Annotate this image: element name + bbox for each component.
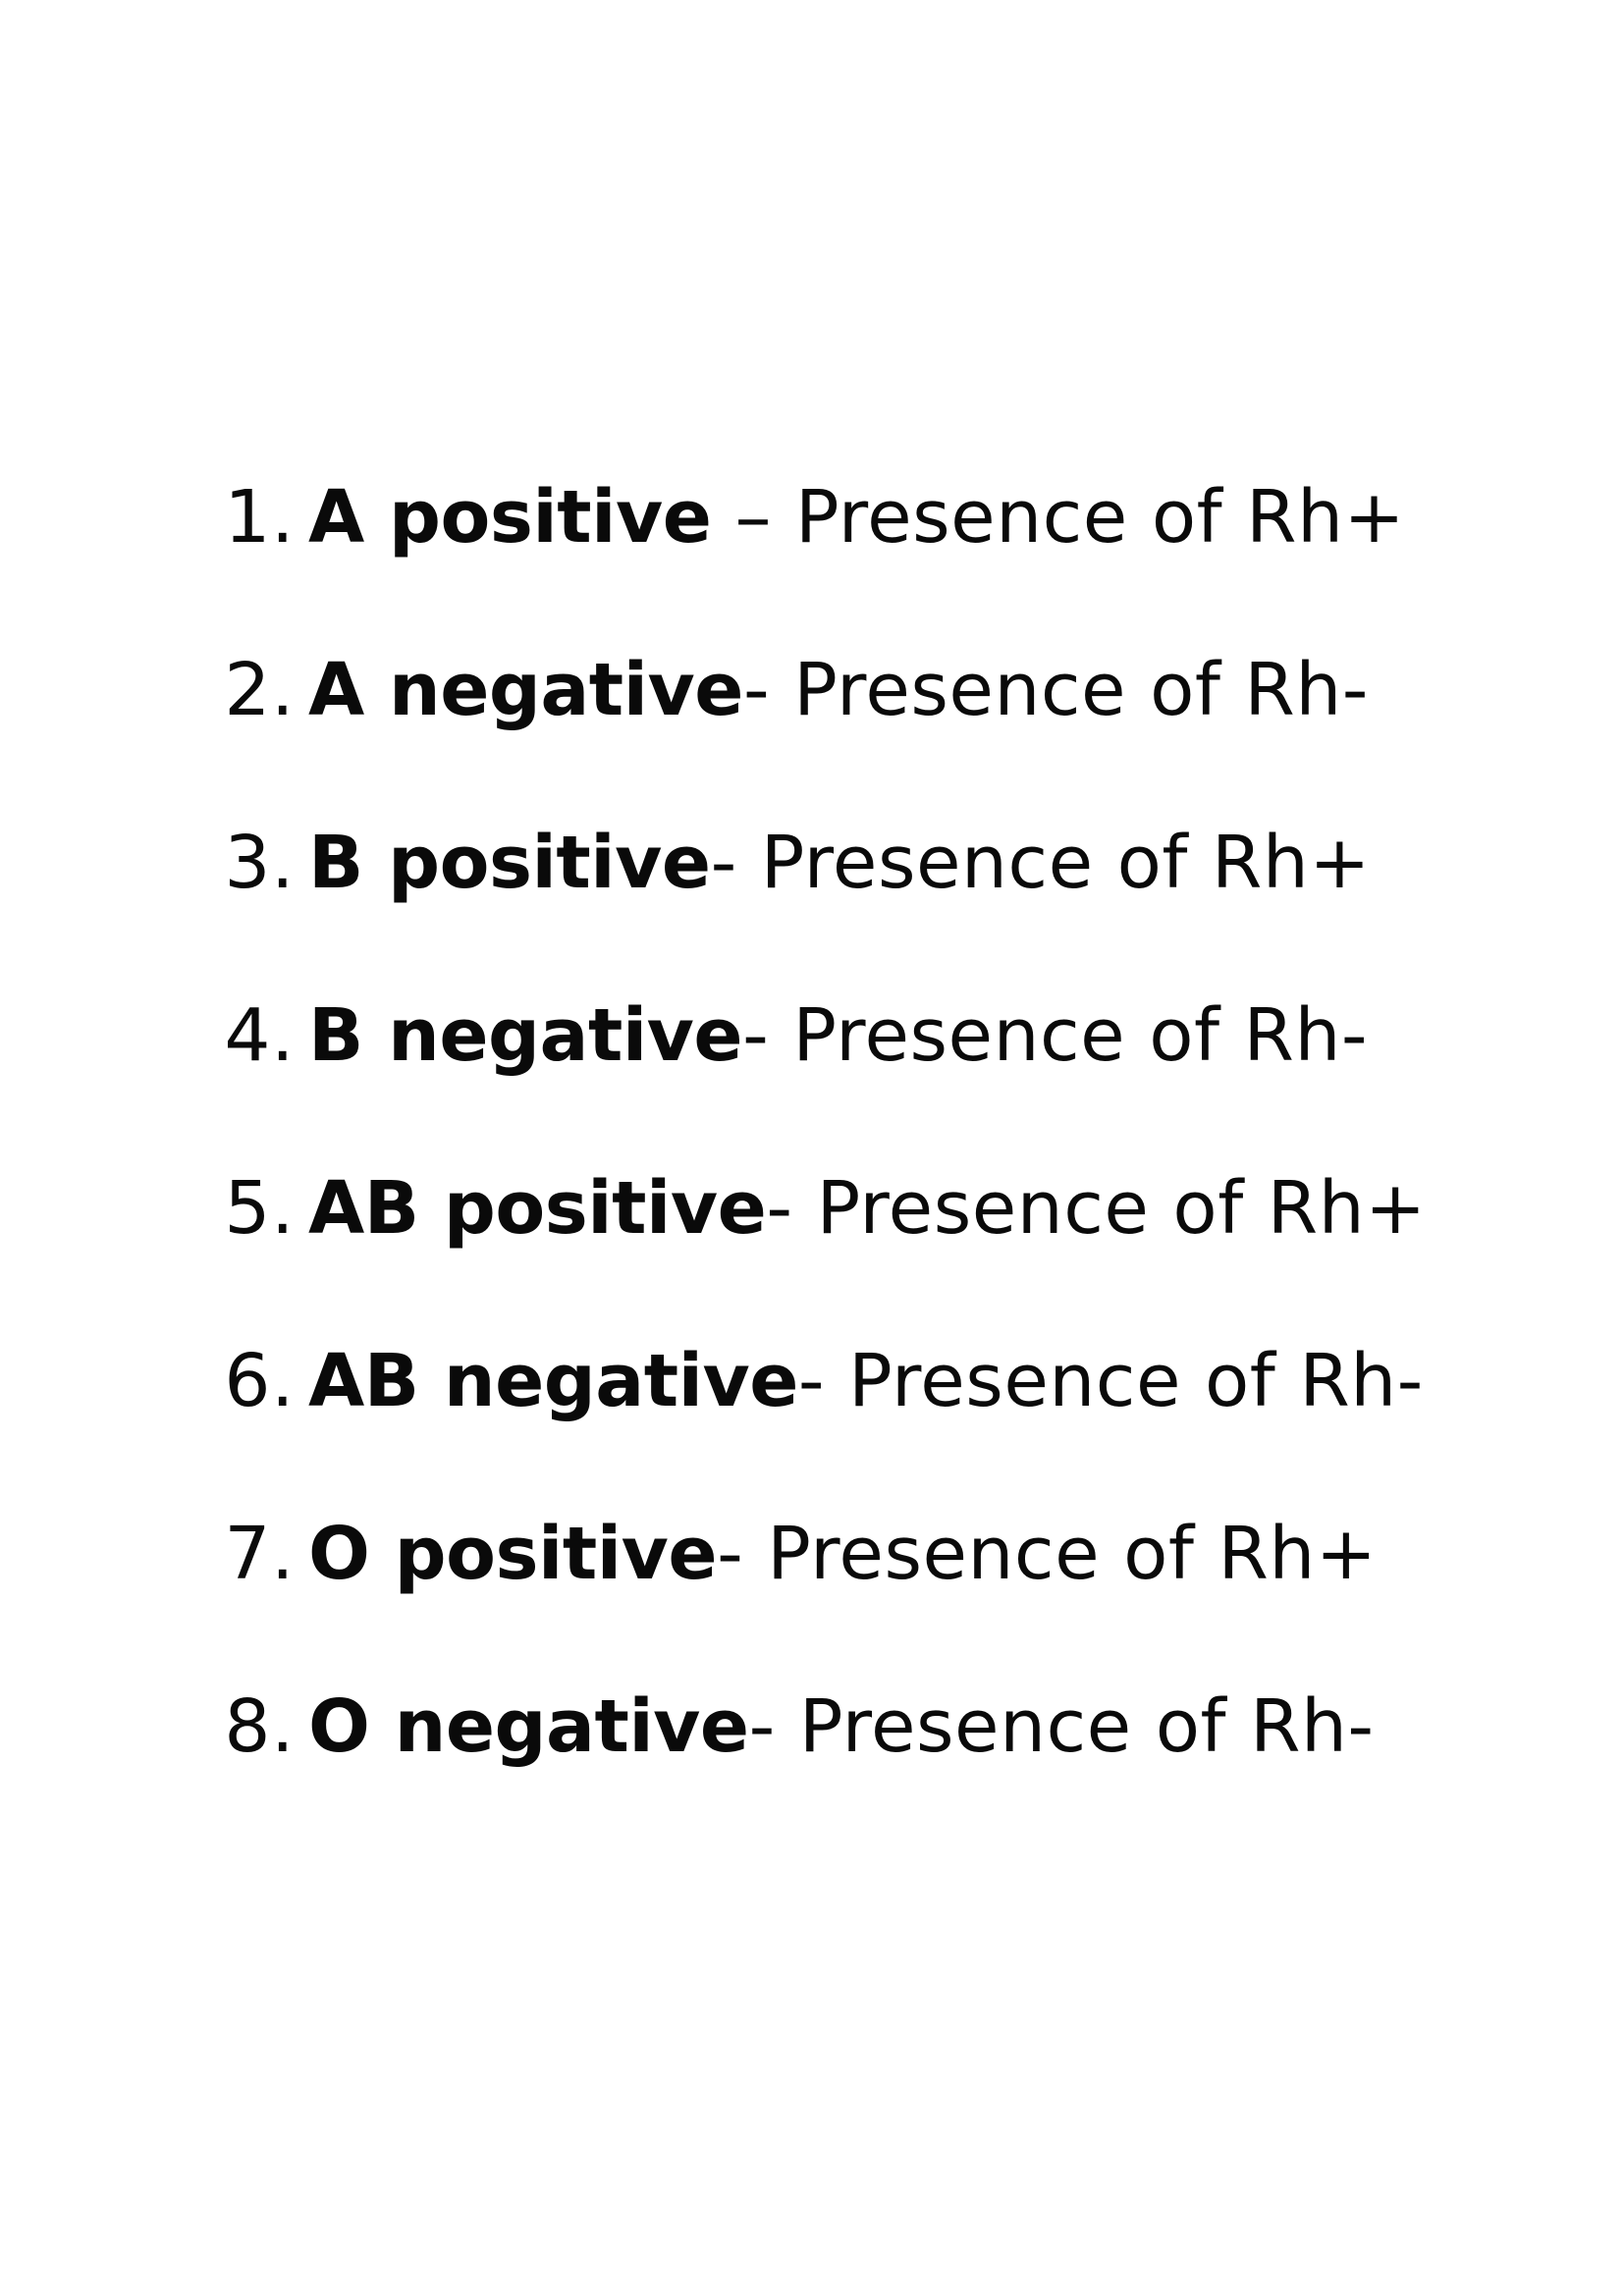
separator: - xyxy=(797,1339,849,1423)
blood-type: O positive xyxy=(308,1512,718,1596)
blood-type: AB negative xyxy=(308,1339,798,1423)
separator: - xyxy=(742,648,794,732)
blood-type: B negative xyxy=(308,993,743,1078)
blood-type: A positive xyxy=(308,475,712,560)
blood-type: AB positive xyxy=(308,1166,767,1251)
separator: - xyxy=(748,1684,799,1769)
rh-description: Presence of Rh+ xyxy=(760,821,1371,905)
item-number: 5. xyxy=(224,1166,295,1251)
separator: – xyxy=(711,475,795,560)
list-item: 2. A negative- Presence of Rh- xyxy=(208,636,1369,744)
list-item: 6. AB negative- Presence of Rh- xyxy=(208,1327,1424,1435)
item-number: 8. xyxy=(224,1684,295,1769)
list-item: 1. A positive – Presence of Rh+ xyxy=(208,463,1405,571)
separator: - xyxy=(717,1512,768,1596)
blood-type: B positive xyxy=(308,821,711,905)
list-item: 5. AB positive- Presence of Rh+ xyxy=(208,1154,1427,1262)
rh-description: Presence of Rh- xyxy=(848,1339,1424,1423)
item-number: 7. xyxy=(224,1512,295,1596)
item-number: 1. xyxy=(224,475,295,560)
rh-description: Presence of Rh- xyxy=(792,993,1369,1078)
document-page: 1. A positive – Presence of Rh+ 2. A negat… xyxy=(0,0,1624,2296)
rh-description: Presence of Rh+ xyxy=(767,1512,1378,1596)
blood-type: A negative xyxy=(308,648,743,732)
rh-description: Presence of Rh- xyxy=(798,1684,1375,1769)
item-number: 4. xyxy=(224,993,295,1078)
list-item: 3. B positive- Presence of Rh+ xyxy=(208,809,1371,917)
list-item: 4. B negative- Presence of Rh- xyxy=(208,982,1368,1090)
list-item: 7. O positive- Presence of Rh+ xyxy=(208,1500,1377,1608)
rh-description: Presence of Rh+ xyxy=(794,475,1406,560)
separator: - xyxy=(710,821,761,905)
blood-type: O negative xyxy=(308,1684,749,1769)
list-item: 8. O negative- Presence of Rh- xyxy=(208,1673,1375,1781)
item-number: 3. xyxy=(224,821,295,905)
rh-description: Presence of Rh+ xyxy=(816,1166,1427,1251)
rh-description: Presence of Rh- xyxy=(793,648,1369,732)
separator: - xyxy=(742,993,793,1078)
item-number: 6. xyxy=(224,1339,295,1423)
separator: - xyxy=(766,1166,817,1251)
item-number: 2. xyxy=(224,648,295,732)
